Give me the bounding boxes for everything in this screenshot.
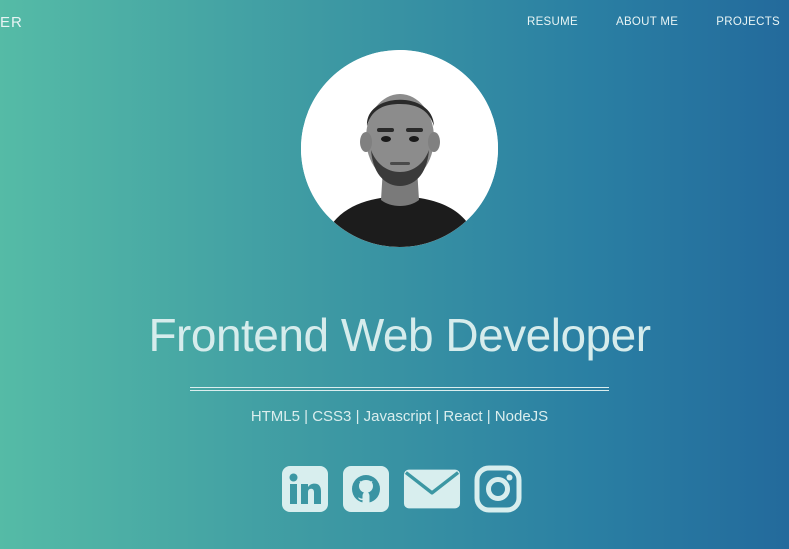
social-links [281, 465, 522, 513]
page-title: Frontend Web Developer [148, 309, 651, 361]
profile-photo [301, 50, 498, 247]
top-nav: RESUME ABOUT ME PROJECTS [527, 16, 780, 28]
nav-link-about-me[interactable]: ABOUT ME [616, 16, 678, 28]
github-icon[interactable] [342, 465, 390, 513]
title-divider [190, 387, 609, 391]
linkedin-icon[interactable] [281, 465, 329, 513]
nav-link-projects[interactable]: PROJECTS [716, 16, 780, 28]
skills-list: HTML5 | CSS3 | Javascript | React | Node… [250, 408, 549, 425]
profile-avatar [301, 50, 498, 247]
nav-link-resume[interactable]: RESUME [527, 16, 578, 28]
instagram-icon[interactable] [474, 465, 522, 513]
brand-logo[interactable]: ER [0, 14, 23, 31]
mail-icon[interactable] [403, 465, 461, 513]
